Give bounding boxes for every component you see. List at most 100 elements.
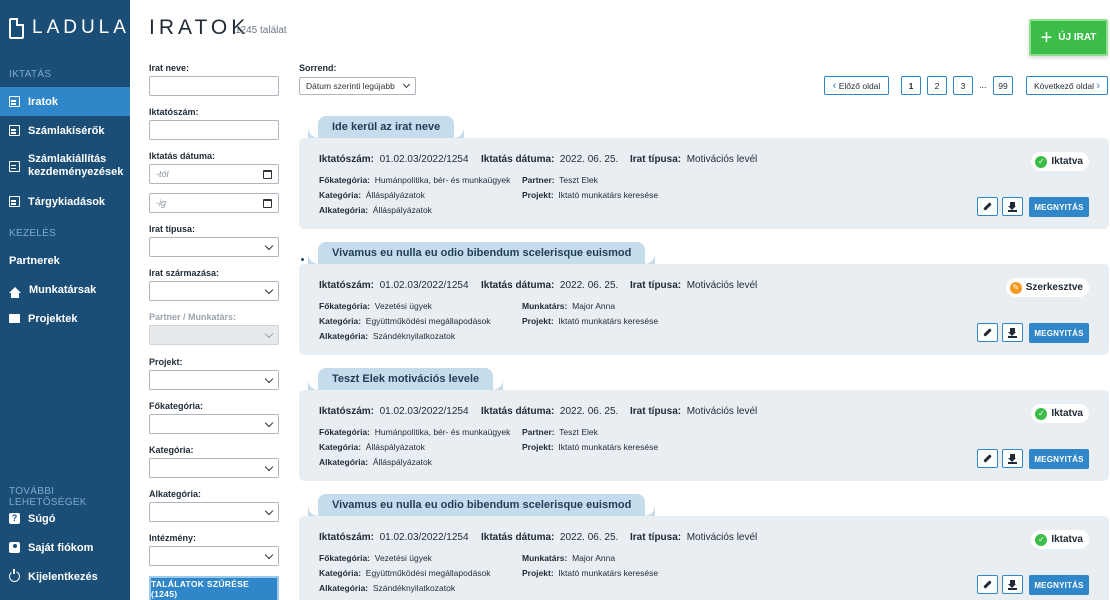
- person-value: Major Anna: [572, 301, 616, 311]
- number-label: Iktatószám:: [319, 406, 375, 417]
- open-button[interactable]: MEGNYITÁS: [1029, 323, 1089, 343]
- status-badge: ✓ Iktatva: [1031, 530, 1089, 549]
- date-value: 2022. 06. 25.: [559, 154, 619, 165]
- project: Projekt: Iktató munkatárs keresése: [522, 442, 658, 452]
- number-value: 01.02.03/2022/1254: [379, 532, 469, 543]
- document-title-tab[interactable]: Teszt Elek motivációs levele: [318, 368, 504, 390]
- check-icon: ✓: [1035, 407, 1048, 420]
- sub-cat-label: Alkategória:: [319, 205, 369, 215]
- download-button[interactable]: [1002, 197, 1023, 216]
- calendar-icon[interactable]: [263, 199, 272, 208]
- page-button-2[interactable]: 2: [927, 76, 947, 95]
- document-card: Iktatószám: 01.02.03/2022/1254 Iktatás d…: [299, 138, 1109, 229]
- document-number: Iktatószám: 01.02.03/2022/1254: [319, 154, 469, 165]
- sidebar-item-munkatarsak[interactable]: Munkatársak: [0, 275, 130, 304]
- document-number: Iktatószám: 01.02.03/2022/1254: [319, 532, 469, 543]
- date-label: Iktatás dátuma:: [481, 532, 555, 543]
- filter-project-select[interactable]: [149, 370, 279, 390]
- filter-submit-button[interactable]: TALÁLATOK SZŰRÉSE (1245): [149, 576, 279, 600]
- sidebar-item-partnerek[interactable]: Partnerek: [0, 246, 1109, 275]
- download-button[interactable]: [1002, 575, 1023, 594]
- download-button[interactable]: [1002, 449, 1023, 468]
- calendar-icon[interactable]: [263, 170, 272, 179]
- sidebar-item-targykiadasok[interactable]: Tárgykiadások: [0, 187, 130, 216]
- pencil-icon: [983, 328, 992, 337]
- chevron-down-icon: [264, 329, 274, 339]
- check-icon: ✓: [1035, 155, 1048, 168]
- document-title-tab[interactable]: Vivamus eu nulla eu odio bibendum sceler…: [318, 242, 656, 264]
- filter-sub-cat-select[interactable]: [149, 502, 279, 522]
- download-icon: [1008, 201, 1017, 212]
- edit-button[interactable]: [977, 449, 998, 468]
- filter-institution-label: Intézmény:: [149, 533, 197, 543]
- chevron-down-icon: [264, 418, 274, 428]
- filter-name-input[interactable]: [149, 76, 279, 96]
- filter-type-select[interactable]: [149, 237, 279, 257]
- page-button-3[interactable]: 3: [953, 76, 973, 95]
- date-label: Iktatás dátuma:: [481, 154, 555, 165]
- prev-page-button[interactable]: ‹ Előző oldal: [824, 76, 889, 95]
- document-title-tab[interactable]: Vivamus eu nulla eu odio bibendum sceler…: [318, 494, 656, 516]
- document-type: Irat típusa: Motivációs levél: [630, 406, 757, 417]
- filter-main-cat-select[interactable]: [149, 414, 279, 434]
- document-title-tab[interactable]: Ide kerül az irat neve: [318, 116, 465, 138]
- filter-origin-select[interactable]: [149, 281, 279, 301]
- filter-institution-select[interactable]: [149, 546, 279, 566]
- sub-cat-value: Szándéknyilatkozatok: [372, 331, 456, 341]
- filter-cat-select[interactable]: [149, 458, 279, 478]
- project-value: Iktató munkatárs keresése: [558, 442, 659, 452]
- edit-button[interactable]: [977, 575, 998, 594]
- status-text: Iktatva: [1051, 156, 1083, 167]
- project-label: Projekt:: [522, 316, 554, 326]
- person: Munkatárs: Major Anna: [522, 553, 615, 563]
- filter-number-input[interactable]: [149, 120, 279, 140]
- person-label: Partner:: [522, 175, 555, 185]
- sort-select[interactable]: Dátum szerinti legújabb: [299, 77, 416, 95]
- filter-partner-select: [149, 325, 279, 345]
- filter-date-from[interactable]: -tól: [149, 164, 279, 184]
- logo[interactable]: LADULA: [9, 17, 130, 39]
- pencil-icon: [983, 580, 992, 589]
- sidebar-item-projektek[interactable]: Projektek: [0, 304, 130, 333]
- sidebar-item-sugo[interactable]: ? Súgó: [0, 504, 130, 533]
- next-page-button[interactable]: Következő oldal ›: [1026, 76, 1108, 95]
- sidebar-item-szamlakiserok[interactable]: Számlakísérők: [0, 116, 130, 145]
- sub-cat-value: Álláspályázatok: [372, 457, 432, 467]
- document-date: Iktatás dátuma: 2022. 06. 25.: [481, 406, 618, 417]
- status-badge: ✓ Iktatva: [1031, 404, 1089, 423]
- sidebar-item-iratok[interactable]: Iratok: [0, 87, 130, 116]
- sub-cat-label: Alkategória:: [319, 457, 369, 467]
- chevron-down-icon: [264, 506, 274, 516]
- new-document-label: ÚJ IRAT: [1058, 32, 1097, 43]
- sidebar-item-szamlakiallitas[interactable]: Számlakiállítás kezdeményezések: [0, 149, 130, 183]
- edit-button[interactable]: [977, 323, 998, 342]
- open-button[interactable]: MEGNYITÁS: [1029, 449, 1089, 469]
- main-category: Főkategória: Vezetési ügyek: [319, 301, 432, 311]
- person-value: Major Anna: [572, 553, 616, 563]
- section-kezeles: KEZELÉS: [9, 228, 57, 239]
- page-button-1[interactable]: 1: [901, 76, 921, 95]
- sidebar-item-sajat-fiokom[interactable]: Saját fiókom: [0, 533, 130, 562]
- date-to-placeholder: -ig: [156, 198, 167, 208]
- new-document-button[interactable]: + ÚJ IRAT: [1029, 19, 1108, 56]
- download-button[interactable]: [1002, 323, 1023, 342]
- status-badge: ✎ Szerkesztve: [1005, 278, 1089, 297]
- edit-button[interactable]: [977, 197, 998, 216]
- number-value: 01.02.03/2022/1254: [379, 406, 469, 417]
- person-label: Munkatárs:: [522, 553, 568, 563]
- invoice-icon: [9, 125, 20, 136]
- status-text: Szerkesztve: [1025, 282, 1083, 293]
- page-button-99[interactable]: 99: [993, 76, 1013, 95]
- folder-icon: [9, 314, 20, 323]
- type-value: Motivációs levél: [686, 406, 758, 417]
- number-label: Iktatószám:: [319, 154, 375, 165]
- main-cat-value: Humánpolitika, bér- és munkaügyek: [374, 427, 511, 437]
- pencil-icon: [983, 202, 992, 211]
- filter-date-to[interactable]: -ig: [149, 193, 279, 213]
- open-button[interactable]: MEGNYITÁS: [1029, 197, 1089, 217]
- sidebar-item-label: Tárgykiadások: [28, 195, 106, 208]
- open-button[interactable]: MEGNYITÁS: [1029, 575, 1089, 595]
- main-cat-label: Főkategória:: [319, 301, 371, 311]
- sidebar-item-kijelentkezes[interactable]: Kijelentkezés: [0, 562, 130, 591]
- sidebar-item-label: Számlakiállítás kezdeményezések: [28, 153, 124, 178]
